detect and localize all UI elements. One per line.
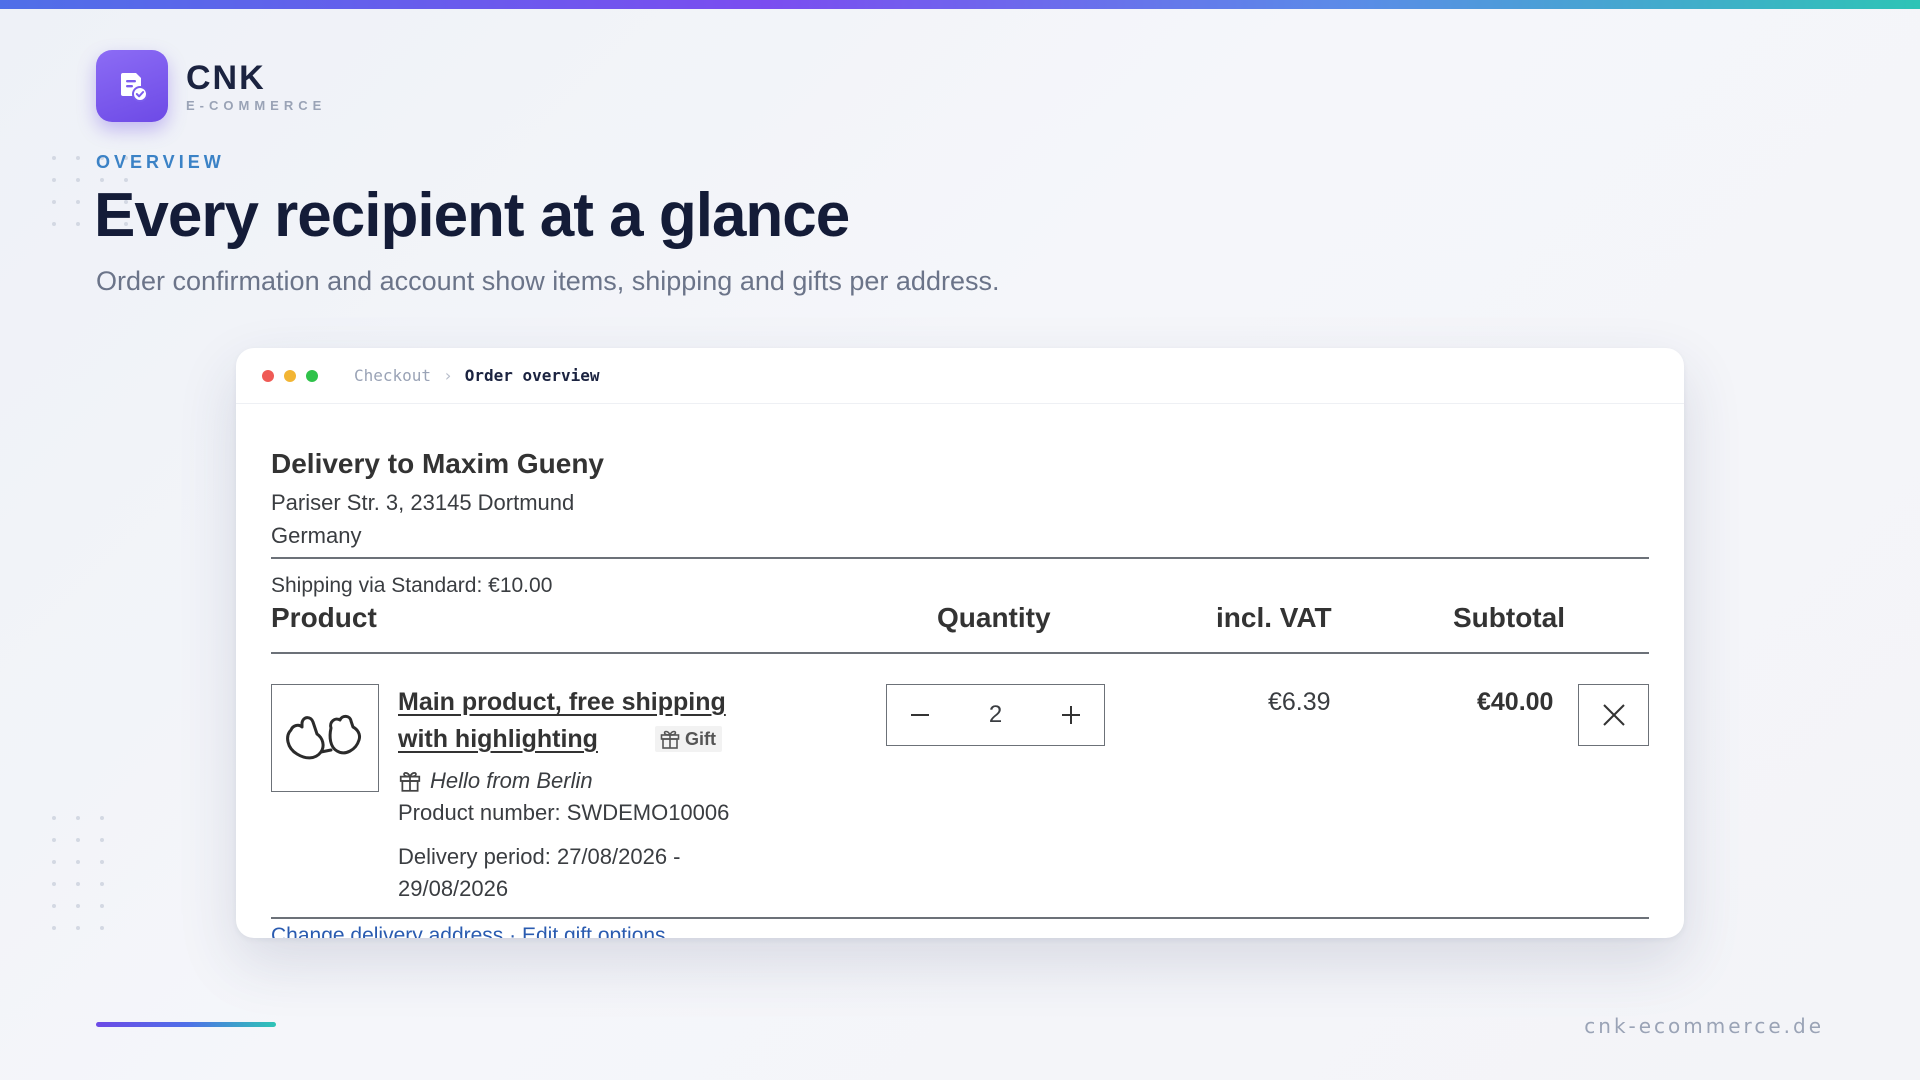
page-subtitle: Order confirmation and account show item… (96, 266, 1000, 296)
divider (271, 557, 1649, 559)
breadcrumb-checkout[interactable]: Checkout (354, 366, 431, 385)
subtotal-amount: €40.00 (1477, 688, 1554, 716)
divider (271, 917, 1649, 919)
column-header-vat: incl. VAT (1216, 602, 1332, 633)
delivery-title: Delivery to Maxim Gueny (271, 448, 605, 479)
gift-badge: Gift (655, 726, 722, 752)
footer-url[interactable]: cnk-ecommerce.de (1584, 1014, 1824, 1038)
close-dot-icon (262, 369, 274, 382)
breadcrumb-order-overview: Order overview (464, 366, 600, 385)
vat-amount: €6.39 (1268, 688, 1331, 716)
quantity-value[interactable]: 2 (989, 701, 1002, 729)
increase-quantity-button[interactable] (1056, 700, 1086, 730)
page-title: Every recipient at a glance (94, 181, 850, 250)
address-line-1: Pariser Str. 3, 23145 Dortmund (271, 490, 575, 515)
column-header-quantity: Quantity (937, 602, 1051, 633)
decorative-dot-grid (52, 816, 104, 930)
brand-subtitle: E-COMMERCE (186, 97, 327, 113)
gift-badge-label: Gift (685, 728, 716, 749)
column-header-subtotal: Subtotal (1453, 602, 1565, 633)
mittens-icon (286, 714, 361, 760)
maximize-dot-icon (306, 369, 318, 382)
product-number: Product number: SWDEMO10006 (398, 800, 730, 825)
column-header-product: Product (271, 602, 377, 633)
item-action-links[interactable]: Change delivery address · Edit gift opti… (271, 924, 666, 938)
window-titlebar: Checkout › Order overview (236, 348, 1684, 404)
remove-item-button[interactable] (1578, 684, 1649, 746)
gift-icon (399, 771, 421, 792)
gift-icon (660, 730, 680, 749)
brand-name: CNK (186, 58, 266, 97)
minus-icon (911, 714, 929, 716)
product-name-link[interactable]: Main product, free shipping (398, 688, 726, 717)
delivery-period-line-2: 29/08/2026 (398, 876, 509, 901)
quantity-stepper[interactable]: 2 (886, 684, 1105, 746)
product-thumbnail[interactable] (271, 684, 379, 792)
gift-message: Hello from Berlin (398, 768, 593, 794)
brand: CNK E-COMMERCE (96, 50, 326, 122)
minimize-dot-icon (284, 369, 296, 382)
divider (271, 652, 1649, 654)
shipping-info: Shipping via Standard: €10.00 (271, 574, 553, 597)
order-overview-content: Delivery to Maxim Gueny Pariser Str. 3, … (271, 404, 1649, 938)
delivery-period-line-1: Delivery period: 27/08/2026 - (398, 844, 681, 869)
document-check-icon (96, 50, 168, 122)
decrease-quantity-button[interactable] (905, 700, 935, 730)
footer-accent-line (96, 1022, 276, 1027)
plus-icon (1061, 706, 1080, 724)
gift-message-text: Hello from Berlin (430, 768, 593, 793)
browser-window-mockup: Checkout › Order overview Delivery to Ma… (236, 348, 1684, 938)
top-gradient-bar (0, 0, 1920, 9)
breadcrumb-separator: › (443, 366, 453, 385)
section-eyebrow: OVERVIEW (96, 152, 225, 172)
address-line-2: Germany (271, 523, 362, 548)
close-icon (1602, 704, 1625, 726)
product-name-link[interactable]: with highlighting (398, 725, 598, 754)
